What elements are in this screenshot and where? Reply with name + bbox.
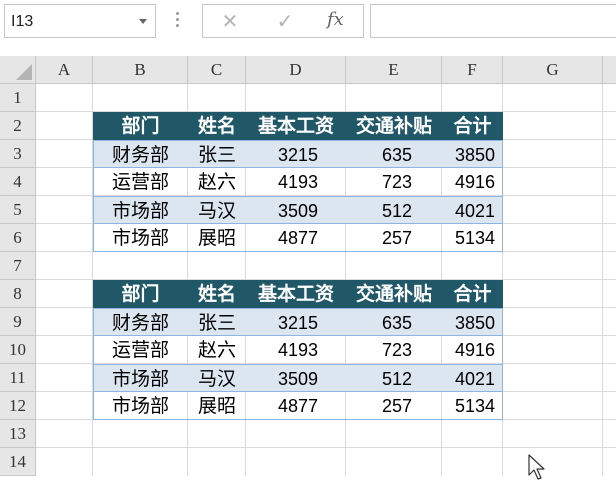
table-cell[interactable]: 财务部 <box>93 141 188 169</box>
table-cell[interactable]: 赵六 <box>188 336 246 364</box>
table-row: 市场部 马汉 3509 512 4021 <box>93 196 503 224</box>
table-cell[interactable]: 723 <box>346 168 442 196</box>
table-cell[interactable]: 4916 <box>442 336 503 364</box>
table-cell[interactable]: 635 <box>346 309 442 337</box>
column-header-g[interactable]: G <box>503 56 603 84</box>
table-cell[interactable]: 3509 <box>246 365 346 393</box>
gridline <box>36 447 616 448</box>
select-all-icon <box>16 64 32 80</box>
table-cell[interactable]: 4021 <box>442 365 503 393</box>
table-row: 市场部 马汉 3509 512 4021 <box>93 364 503 392</box>
table-cell[interactable]: 5134 <box>442 224 503 252</box>
drag-handle-icon[interactable] <box>176 12 180 30</box>
table-cell[interactable]: 赵六 <box>188 168 246 196</box>
table-row: 市场部 展昭 4877 257 5134 <box>93 224 503 252</box>
table-cell[interactable]: 3215 <box>246 309 346 337</box>
column-header-e[interactable]: E <box>346 56 442 84</box>
row-header-9[interactable]: 9 <box>0 308 36 336</box>
table-row: 运营部 赵六 4193 723 4916 <box>93 336 503 364</box>
table-cell[interactable]: 马汉 <box>188 197 246 225</box>
table-cell[interactable]: 723 <box>346 336 442 364</box>
table-header-row: 部门 姓名 基本工资 交通补贴 合计 <box>93 112 503 140</box>
column-header-b[interactable]: B <box>93 56 188 84</box>
table-row: 财务部 张三 3215 635 3850 <box>93 140 503 168</box>
table-cell[interactable]: 3850 <box>442 141 503 169</box>
row-header-6[interactable]: 6 <box>0 224 36 252</box>
header-cell[interactable]: 姓名 <box>188 280 246 308</box>
header-cell[interactable]: 部门 <box>93 112 188 140</box>
table-cell[interactable]: 5134 <box>442 392 503 420</box>
name-box[interactable]: I13 <box>4 4 156 38</box>
row-header-8[interactable]: 8 <box>0 280 36 308</box>
table-cell[interactable]: 4193 <box>246 168 346 196</box>
table-cell[interactable]: 4021 <box>442 197 503 225</box>
header-cell[interactable]: 交通补贴 <box>346 280 442 308</box>
row-header-2[interactable]: 2 <box>0 112 36 140</box>
row-header-13[interactable]: 13 <box>0 420 36 448</box>
column-header-c[interactable]: C <box>188 56 246 84</box>
insert-function-icon[interactable]: fx <box>327 9 344 30</box>
header-cell[interactable]: 合计 <box>442 112 503 140</box>
table-cell[interactable]: 展昭 <box>188 392 246 420</box>
table-cell[interactable]: 马汉 <box>188 365 246 393</box>
row-header-11[interactable]: 11 <box>0 364 36 392</box>
column-header-h[interactable] <box>603 56 616 84</box>
table-cell[interactable]: 4916 <box>442 168 503 196</box>
table-row: 市场部 展昭 4877 257 5134 <box>93 392 503 420</box>
table-cell[interactable]: 运营部 <box>93 336 188 364</box>
chevron-down-icon[interactable] <box>139 19 147 24</box>
table-cell[interactable]: 展昭 <box>188 224 246 252</box>
table-cell[interactable]: 4193 <box>246 336 346 364</box>
formula-buttons: ✕ ✓ fx <box>202 4 364 38</box>
column-header-a[interactable]: A <box>36 56 93 84</box>
header-cell[interactable]: 部门 <box>93 280 188 308</box>
table-cell[interactable]: 4877 <box>246 392 346 420</box>
row-header-1[interactable]: 1 <box>0 84 36 112</box>
header-cell[interactable]: 基本工资 <box>246 280 346 308</box>
column-header-d[interactable]: D <box>246 56 346 84</box>
table-row: 财务部 张三 3215 635 3850 <box>93 308 503 336</box>
mouse-pointer-icon <box>528 454 545 480</box>
cancel-icon[interactable]: ✕ <box>215 8 245 34</box>
table-cell[interactable]: 3850 <box>442 309 503 337</box>
row-header-5[interactable]: 5 <box>0 196 36 224</box>
table-cell[interactable]: 512 <box>346 197 442 225</box>
table-header-row: 部门 姓名 基本工资 交通补贴 合计 <box>93 280 503 308</box>
table-cell[interactable]: 市场部 <box>93 365 188 393</box>
formula-input[interactable] <box>370 4 616 38</box>
table-cell[interactable]: 4877 <box>246 224 346 252</box>
header-cell[interactable]: 基本工资 <box>246 112 346 140</box>
row-header-3[interactable]: 3 <box>0 140 36 168</box>
row-header-10[interactable]: 10 <box>0 336 36 364</box>
table-row: 运营部 赵六 4193 723 4916 <box>93 168 503 196</box>
table-cell[interactable]: 市场部 <box>93 197 188 225</box>
table-cell[interactable]: 3215 <box>246 141 346 169</box>
table-cell[interactable]: 512 <box>346 365 442 393</box>
worksheet-grid[interactable]: A B C D E F G 1 2 3 4 5 6 7 8 9 10 11 12… <box>0 56 616 480</box>
table-cell[interactable]: 张三 <box>188 141 246 169</box>
table-cell[interactable]: 257 <box>346 224 442 252</box>
table-cell[interactable]: 市场部 <box>93 392 188 420</box>
select-all-button[interactable] <box>0 56 36 84</box>
table-cell[interactable]: 3509 <box>246 197 346 225</box>
table-cell[interactable]: 635 <box>346 141 442 169</box>
name-box-value: I13 <box>11 13 34 30</box>
table-cell[interactable]: 运营部 <box>93 168 188 196</box>
table-cell[interactable]: 张三 <box>188 309 246 337</box>
header-cell[interactable]: 交通补贴 <box>346 112 442 140</box>
table-cell[interactable]: 财务部 <box>93 309 188 337</box>
row-header-4[interactable]: 4 <box>0 168 36 196</box>
table-cell[interactable]: 257 <box>346 392 442 420</box>
header-cell[interactable]: 合计 <box>442 280 503 308</box>
table-cell[interactable]: 市场部 <box>93 224 188 252</box>
column-header-f[interactable]: F <box>442 56 503 84</box>
header-cell[interactable]: 姓名 <box>188 112 246 140</box>
row-header-7[interactable]: 7 <box>0 252 36 280</box>
gridline <box>602 84 603 476</box>
formula-bar: I13 ✕ ✓ fx <box>0 0 616 50</box>
row-header-14[interactable]: 14 <box>0 448 36 476</box>
enter-icon[interactable]: ✓ <box>270 8 300 34</box>
row-header-12[interactable]: 12 <box>0 392 36 420</box>
